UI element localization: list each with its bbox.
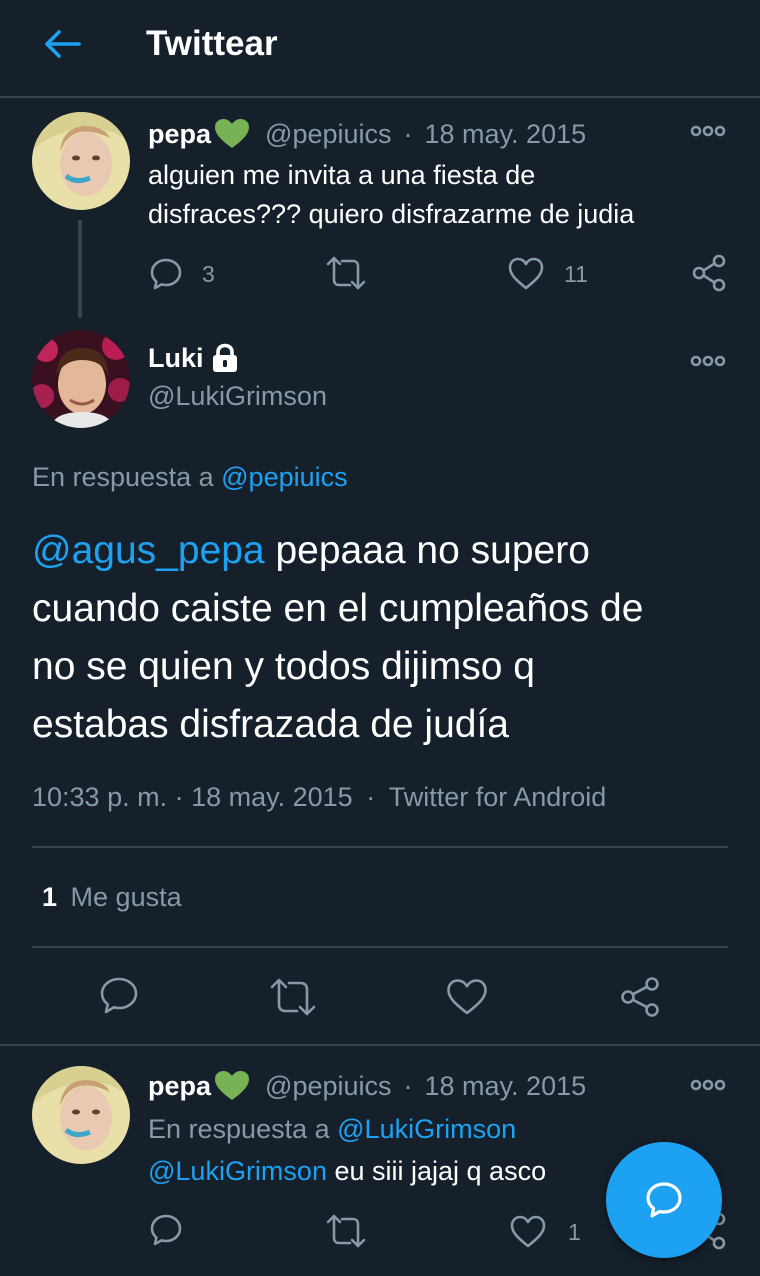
more-options-button[interactable] [690,120,730,144]
more-options-button[interactable] [690,350,730,374]
tweet-text-line: no se quien y todos dijimso q [32,645,535,688]
reply-button[interactable] [148,1212,184,1253]
separator-dot: · [366,782,376,812]
more-options-button[interactable] [690,1074,730,1098]
display-name[interactable]: pepa [148,119,211,150]
likes-stat-label: Me gusta [70,882,182,912]
like-count: 11 [564,260,588,287]
compose-icon [646,1182,682,1218]
more-icon [690,355,726,367]
tweet-text-segment: pepaaa no supero [264,529,590,572]
reply-button[interactable]: 3 [148,252,215,296]
compose-reply-button[interactable] [606,1142,722,1258]
parent-tweet[interactable]: pepa @pepiuics · 18 may. 2015 alguien me… [0,98,760,328]
tweet-date[interactable]: 18 may. 2015 [425,119,587,150]
reply-icon [100,977,138,1014]
retweet-icon [270,978,316,1016]
share-button[interactable] [692,254,728,297]
tweet-header-row: pepa @pepiuics · 18 may. 2015 [148,1068,586,1104]
like-count: 1 [568,1218,581,1245]
avatar-image-luki [32,330,130,428]
reply-icon [150,1214,182,1246]
avatar[interactable] [32,1066,130,1164]
avatar-image-pepa [32,1066,130,1164]
page-title: Twittear [146,24,278,63]
green-heart-icon [215,1071,250,1100]
retweet-button[interactable] [270,976,316,1023]
share-icon [692,254,726,292]
reply-to-prefix: En respuesta a [148,1114,330,1144]
tweet-text-line: cuando caiste en el cumpleaños de [32,587,644,630]
top-app-bar: Twittear [0,0,760,96]
retweet-button[interactable] [326,254,366,297]
reply-icon [150,258,182,290]
retweet-button[interactable] [326,1212,366,1255]
back-arrow-icon [45,30,81,58]
tweet-source[interactable]: Twitter for Android [389,782,607,812]
like-button[interactable]: 11 [508,252,588,296]
tweet-header-row: pepa @pepiuics · 18 may. 2015 [148,116,586,152]
avatar[interactable] [32,112,130,210]
reply-count: 3 [202,260,215,287]
retweet-icon [326,256,366,290]
mention-link[interactable]: @agus_pepa [32,529,265,572]
tweet-text: alguien me invita a una fiesta de disfra… [148,156,634,234]
display-name[interactable]: pepa [148,1071,211,1102]
tweet-text-line: alguien me invita a una fiesta de [148,160,536,190]
tweet-text-segment: eu siii jajaj q asco [326,1156,547,1186]
user-handle[interactable]: @pepiuics [265,1071,391,1102]
user-handle[interactable]: @LukiGrimson [148,378,327,414]
display-name[interactable]: Luki [148,343,204,374]
share-icon [621,977,659,1017]
reply-to-handle[interactable]: @pepiuics [221,462,347,492]
user-handle[interactable]: @pepiuics [265,119,391,150]
author-name-row: Luki [148,340,240,376]
like-button[interactable] [446,978,488,1021]
tweet-text: @agus_pepa pepaaa no supero cuando caist… [32,522,643,754]
more-icon [690,1079,726,1091]
mention-link[interactable]: @LukiGrimson [148,1156,327,1186]
like-icon [508,257,544,290]
thread-line [78,220,82,318]
lock-icon [212,343,237,372]
tweet-date[interactable]: 18 may. 2015 [425,1071,587,1102]
avatar[interactable] [32,330,130,428]
focused-tweet: Luki @LukiGrimson En respuesta a @pepiui… [0,328,760,1042]
reply-to-prefix: En respuesta a [32,462,214,492]
reply-to-handle[interactable]: @LukiGrimson [337,1114,516,1144]
separator-dot: · [403,1070,413,1101]
likes-stat-count: 1 [42,882,58,912]
divider [32,846,728,848]
reply-context: En respuesta a @LukiGrimson [148,1110,516,1148]
tweet-text: @LukiGrimson eu siii jajaj q asco [148,1152,546,1190]
tweet-text-line: disfraces??? quiero disfrazarme de judia [148,199,635,229]
tweet-meta: 10:33 p. m. · 18 may. 2015 · Twitter for… [32,778,606,816]
separator-dot: · [403,118,413,149]
tweet-timestamp[interactable]: 10:33 p. m. · 18 may. 2015 [32,782,353,812]
like-button[interactable]: 1 [510,1210,581,1254]
avatar-image-pepa [32,112,130,210]
reply-button[interactable] [98,976,140,1021]
reply-context: En respuesta a @pepiuics [32,458,348,496]
retweet-icon [326,1214,366,1248]
like-icon [447,979,487,1015]
more-icon [690,125,726,137]
like-icon [510,1215,546,1248]
back-button[interactable] [40,24,84,64]
divider [32,946,728,948]
likes-stat[interactable]: 1 Me gusta [42,878,182,916]
tweet-text-line: estabas disfrazada de judía [32,703,509,746]
share-button[interactable] [620,976,662,1023]
green-heart-icon [215,119,250,148]
